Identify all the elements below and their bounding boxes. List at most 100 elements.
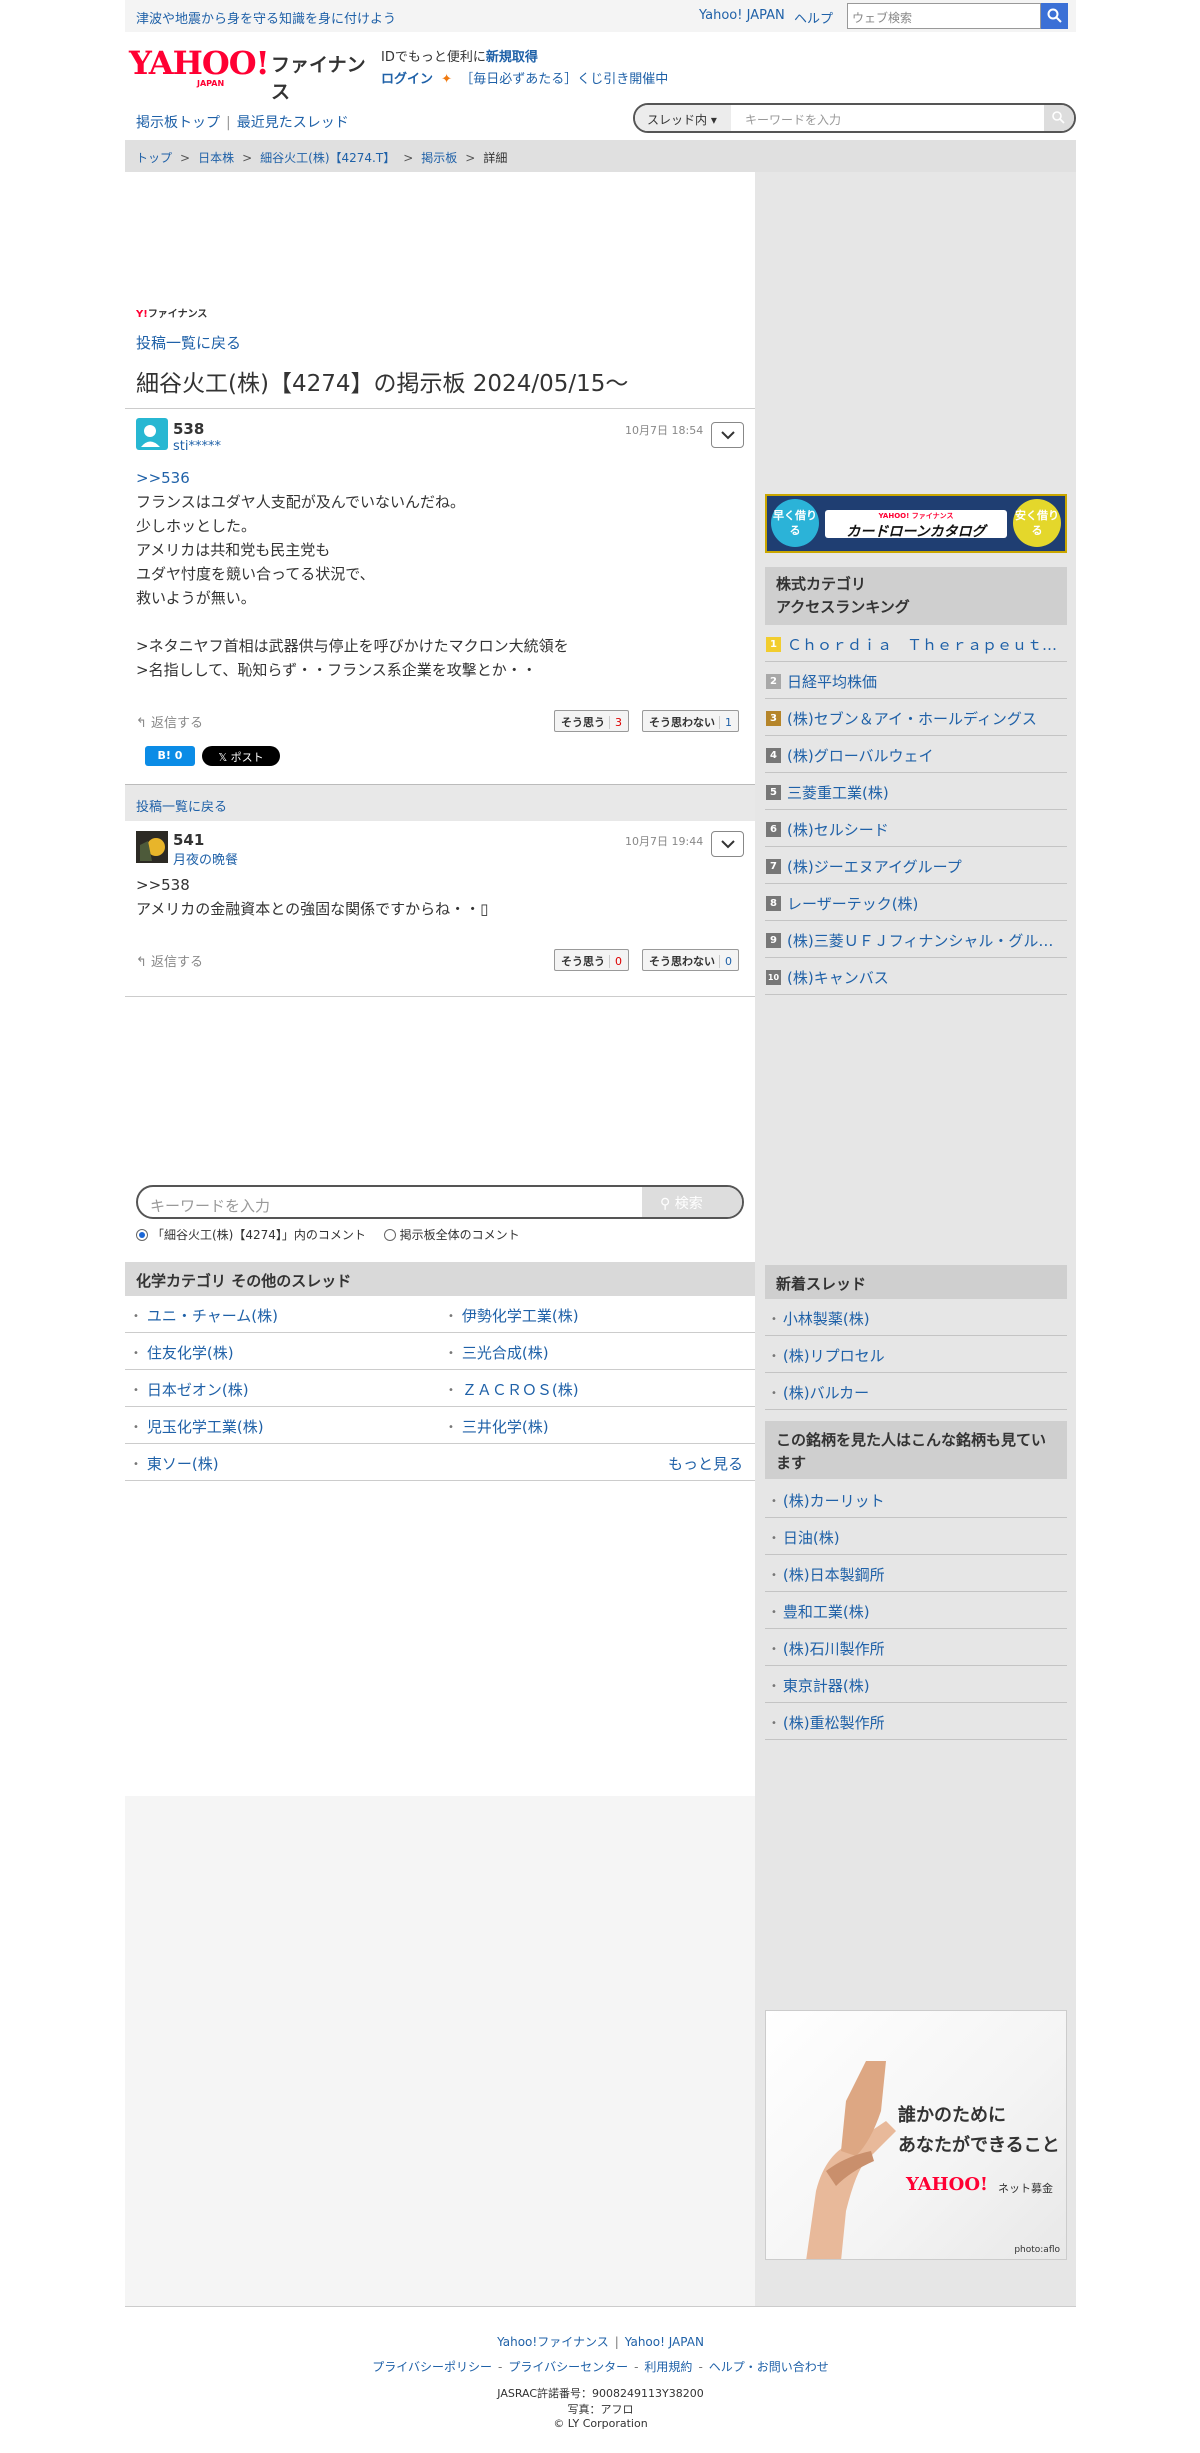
disagree-count: 1 xyxy=(719,716,732,729)
reply-button[interactable]: ↰ 返信する xyxy=(136,712,203,731)
thread-link[interactable]: 児玉化学工業(株) xyxy=(133,1416,264,1437)
back-to-list-link[interactable]: 投稿一覧に戻る xyxy=(136,332,241,353)
ranking-heading: 株式カテゴリ アクセスランキング xyxy=(765,567,1067,625)
ranking-item[interactable]: 6 (株)セルシード xyxy=(765,810,1067,847)
list-item[interactable]: (株)石川製作所 xyxy=(765,1629,1067,1666)
register-link[interactable]: 新規取得 xyxy=(486,50,538,65)
list-item[interactable]: (株)日本製鋼所 xyxy=(765,1555,1067,1592)
post-username[interactable]: 月夜の晩餐 xyxy=(173,849,238,868)
web-search-button[interactable] xyxy=(1041,3,1068,29)
list-item[interactable]: 豊和工業(株) xyxy=(765,1592,1067,1629)
photo-credit: 写真：アフロ xyxy=(567,2403,634,2416)
keyword-search-button[interactable]: ⚲ 検索 xyxy=(642,1187,742,1217)
post-number[interactable]: 538 xyxy=(173,420,204,438)
board-search-input[interactable]: キーワードを入力 xyxy=(745,111,841,128)
thread-link[interactable]: 三光合成(株) xyxy=(448,1342,549,1363)
chevron-down-icon xyxy=(721,431,735,440)
search-icon xyxy=(1047,8,1062,23)
lottery-link[interactable]: ［毎日必ずあたる］くじ引き開催中 xyxy=(460,72,668,87)
reply-anchor-link[interactable]: >>536 xyxy=(136,466,736,490)
small-finance-logo: Y!ファイナンス xyxy=(136,309,208,320)
hatena-bookmark-button[interactable]: B! 0 xyxy=(145,746,195,766)
disagree-button[interactable]: そう思わない 0 xyxy=(642,949,739,971)
login-link[interactable]: ログイン xyxy=(381,72,433,87)
right-sidebar xyxy=(755,172,1076,2306)
list-item[interactable]: (株)バルカー xyxy=(765,1373,1067,1410)
board-search-button[interactable] xyxy=(1044,105,1074,131)
more-link[interactable]: もっと見る xyxy=(668,1453,743,1474)
post-time: 10月7日 19:44 xyxy=(625,835,704,848)
moon-icon xyxy=(136,831,168,863)
reply-button[interactable]: ↰ 返信する xyxy=(136,951,203,970)
ranking-item[interactable]: 4 (株)グローバルウェイ xyxy=(765,736,1067,773)
agree-button[interactable]: そう思う 3 xyxy=(554,710,629,732)
post-body: >>536 フランスはユダヤ人支配が及んでいないんだね。 少しホッとした。 アメ… xyxy=(136,466,736,682)
board-top-link[interactable]: 掲示板トップ xyxy=(136,115,220,131)
breadcrumb-stock[interactable]: 細谷火工(株)【4274.T】 xyxy=(260,151,395,165)
post-username[interactable]: sti***** xyxy=(173,439,221,454)
thread-link[interactable]: 東ソー(株) xyxy=(133,1453,219,1474)
breadcrumb-japan-stocks[interactable]: 日本株 xyxy=(198,151,234,165)
back-to-list-bar[interactable]: 投稿一覧に戻る xyxy=(125,784,755,821)
recent-threads-link[interactable]: 最近見たスレッド xyxy=(237,115,349,131)
list-item: 住友化学(株) 三光合成(株) xyxy=(125,1333,755,1370)
card-loan-ad-banner[interactable]: 早く借りる YAHOO! ファイナンス カードローンカタログ 安く借りる xyxy=(765,494,1067,553)
radio-all-boards[interactable] xyxy=(383,1229,396,1241)
search-scope-select[interactable]: スレッド内 ▾ xyxy=(635,105,731,131)
thread-link[interactable]: ＺＡＣＲＯＳ(株) xyxy=(448,1379,579,1400)
agree-button[interactable]: そう思う 0 xyxy=(554,949,629,971)
page-title: 細谷火工(株)【4274】の掲示板 2024/05/15〜 xyxy=(136,371,629,397)
list-item[interactable]: 日油(株) xyxy=(765,1518,1067,1555)
footer-yahoo-japan-link[interactable]: Yahoo! JAPAN xyxy=(625,2335,704,2349)
thread-link[interactable]: 住友化学(株) xyxy=(133,1342,234,1363)
breadcrumb-top[interactable]: トップ xyxy=(136,151,172,165)
hands-image xyxy=(806,2061,896,2259)
footer-privacy-policy-link[interactable]: プライバシーポリシー xyxy=(372,2360,492,2374)
list-item[interactable]: (株)カーリット xyxy=(765,1481,1067,1518)
thread-link[interactable]: 三井化学(株) xyxy=(448,1416,549,1437)
ranking-item[interactable]: 9 (株)三菱ＵＦＪフィナンシャル・グループ xyxy=(765,921,1067,958)
notice-link[interactable]: 津波や地震から身を守る知識を身に付けよう xyxy=(136,8,396,27)
also-viewed-heading: この銘柄を見た人はこんな銘柄も見ています xyxy=(765,1421,1067,1479)
yahoo-japan-link[interactable]: Yahoo! JAPAN xyxy=(699,8,785,23)
reply-arrow-icon: ↰ xyxy=(136,955,152,970)
list-item[interactable]: 小林製薬(株) xyxy=(765,1299,1067,1336)
post-menu-button[interactable] xyxy=(711,831,744,857)
radio-in-board[interactable] xyxy=(136,1229,148,1241)
breadcrumb: トップ > 日本株 > 細谷火工(株)【4274.T】 > 掲示板 > 詳細 xyxy=(125,140,1076,172)
web-search-input[interactable]: ウェブ検索 xyxy=(847,3,1041,29)
thread-link[interactable]: 伊勢化学工業(株) xyxy=(448,1305,579,1326)
donation-ad[interactable]: 誰かのために あなたができること YAHOO! ネット募金 photo:aflo xyxy=(765,2010,1067,2260)
avatar xyxy=(136,831,168,863)
id-box: IDでもっと便利に新規取得 ログイン ✦ ［毎日必ずあたる］くじ引き開催中 xyxy=(381,50,669,87)
ranking-item[interactable]: 7 (株)ジーエヌアイグループ xyxy=(765,847,1067,884)
ranking-item[interactable]: 10 (株)キャンバス xyxy=(765,958,1067,995)
chem-category-heading: 化学カテゴリ その他のスレッド xyxy=(125,1262,755,1296)
post-menu-button[interactable] xyxy=(711,422,744,448)
footer-terms-link[interactable]: 利用規約 xyxy=(644,2360,692,2374)
list-item[interactable]: (株)重松製作所 xyxy=(765,1703,1067,1740)
thread-link[interactable]: 日本ゼオン(株) xyxy=(133,1379,249,1400)
disagree-button[interactable]: そう思わない 1 xyxy=(642,710,739,732)
list-item[interactable]: 東京計器(株) xyxy=(765,1666,1067,1703)
ranking-item[interactable]: 5 三菱重工業(株) xyxy=(765,773,1067,810)
thread-link[interactable]: ユニ・チャーム(株) xyxy=(133,1305,278,1326)
keyword-search-input[interactable]: キーワードを入力 xyxy=(150,1195,270,1216)
footer-help-link[interactable]: ヘルプ・お問い合わせ xyxy=(709,2360,829,2374)
reply-arrow-icon: ↰ xyxy=(136,716,152,731)
ranking-item[interactable]: 3 (株)セブン＆アイ・ホールディングス xyxy=(765,699,1067,736)
main-column xyxy=(125,172,755,1796)
yahoo-finance-logo[interactable]: YAHOO! JAPAN ファイナンス xyxy=(129,44,369,103)
agree-count: 3 xyxy=(609,716,622,729)
footer-privacy-center-link[interactable]: プライバシーセンター xyxy=(508,2360,628,2374)
list-item[interactable]: (株)リプロセル xyxy=(765,1336,1067,1373)
ranking-item[interactable]: 8 レーザーテック(株) xyxy=(765,884,1067,921)
help-link[interactable]: ヘルプ xyxy=(794,8,833,27)
ranking-item[interactable]: 2 日経平均株価 xyxy=(765,662,1067,699)
list-item: 東ソー(株) もっと見る xyxy=(125,1444,755,1481)
post-number[interactable]: 541 xyxy=(173,831,204,849)
breadcrumb-board[interactable]: 掲示板 xyxy=(421,151,457,165)
footer-finance-link[interactable]: Yahoo!ファイナンス xyxy=(497,2335,609,2349)
x-post-button[interactable]: 𝕏 ポスト xyxy=(202,746,280,766)
ranking-item[interactable]: 1 Ｃｈｏｒｄｉａ Ｔｈｅｒａｐｅｕｔｉｃｓ xyxy=(765,625,1067,662)
